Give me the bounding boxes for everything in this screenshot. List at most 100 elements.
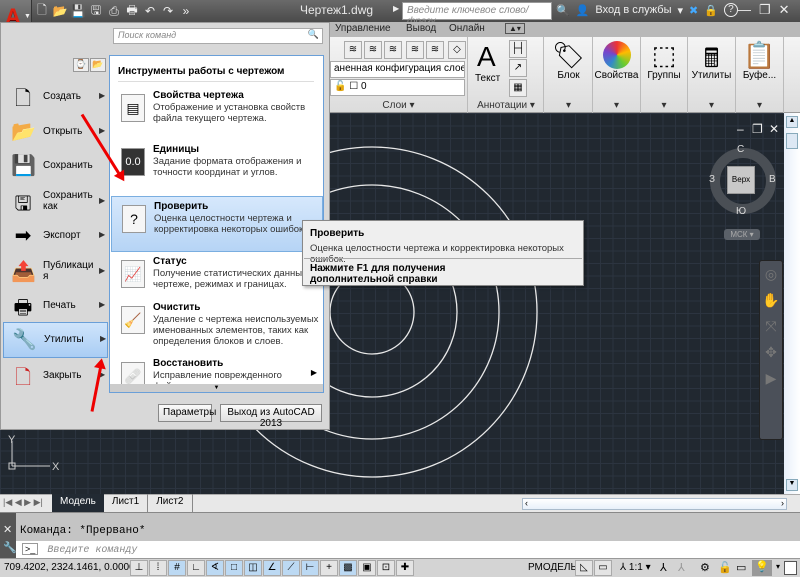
scroll-right-icon[interactable]: › [781,498,784,508]
layer-tool-icon[interactable]: ≋ [344,41,362,59]
auto-scale-icon[interactable]: ⅄ [678,561,685,574]
lock-toolbar-icon[interactable]: 🔓 [718,561,732,574]
viewport-restore-icon[interactable]: ❐ [752,122,763,136]
tab-output[interactable]: Вывод [406,23,436,34]
restore-icon[interactable]: ❐ [759,2,771,18]
minimize-ribbon-icon[interactable]: ▲▾ [505,23,525,34]
model-space-button[interactable]: РМОДЕЛЬ [528,562,577,573]
showmotion-icon[interactable]: ▶ [760,365,782,391]
transparency-icon[interactable]: ▩ [339,560,357,576]
command-prompt-icon[interactable]: >_ [22,543,39,555]
plot-icon[interactable]: ⎙ [106,4,122,19]
workspace-gear-icon[interactable]: ⚙ [700,561,710,574]
new-icon[interactable]: 🗋 [34,1,50,22]
viewcube-east[interactable]: В [769,174,776,185]
recent-documents-icon[interactable]: ⌚ [73,58,89,72]
close-command-line-icon[interactable]: ✕ [3,523,12,536]
properties-panel[interactable]: Свойства ▾ [593,37,641,113]
binoculars-icon[interactable]: 🔍 [556,4,570,17]
more-icon[interactable]: » [178,4,194,18]
osnap-icon[interactable]: □ [225,560,243,576]
annotation-panel-label[interactable]: Аннотации ▾ [469,100,543,111]
menu-item-publish[interactable]: 📤 Публикация ▶ [3,255,108,291]
open-documents-icon[interactable]: 📂 [90,58,106,72]
scroll-up-icon[interactable]: ▲ [786,116,798,128]
layer-tool-icon[interactable]: ≋ [384,41,402,59]
layer-dropdown[interactable]: 🔓 ☐ 0 [330,79,465,96]
orbit-icon[interactable]: ✥ [760,339,782,365]
polar-icon[interactable]: ∢ [206,560,224,576]
menu-item-export[interactable]: ➡ Экспорт ▶ [3,219,108,255]
menu-item-new[interactable]: 🗋 Создать ▶ [3,80,108,116]
expand-arrow-icon[interactable]: ▶ [393,4,399,13]
tab-model[interactable]: Модель [52,494,104,512]
viewcube-top-face[interactable]: Верх [727,166,755,194]
save-as-icon[interactable]: 🖫 [88,1,104,22]
sc-icon[interactable]: ⊡ [377,560,395,576]
text-button[interactable]: Текст [475,73,500,84]
menu-item-utilities[interactable]: 🔧 Утилиты ▶ [3,322,108,358]
viewport-close-icon[interactable]: ✕ [769,122,779,136]
coordinates-readout[interactable]: 709.4202, 2324.1461, 0.0000 [4,562,135,573]
viewcube-west[interactable]: З [709,174,715,185]
exit-autocad-button[interactable]: Выход из AutoCAD 2013 [220,404,322,429]
print-icon[interactable]: 🖶 [124,1,140,22]
viewcube-south[interactable]: Ю [736,206,746,217]
submenu-item-units[interactable]: 0.0 Единицы Задание формата отображения и … [111,140,323,196]
tab-manage[interactable]: Управление [335,23,391,34]
undo-icon[interactable]: ↶ [142,4,158,18]
scroll-left-icon[interactable]: ‹ [525,498,528,508]
exchange-icon[interactable]: ✖ [689,4,698,17]
menu-item-save-as[interactable]: 🖫 Сохранить как ▶ [3,185,108,221]
layer-state-dropdown[interactable]: аненная конфигурация слоев ▾ [330,61,465,78]
layer-tool-icon[interactable]: ≋ [426,41,444,59]
menu-item-close[interactable]: 🗋 Закрыть ▶ [3,359,108,395]
leader-icon[interactable]: ↗ [509,59,527,77]
menu-item-save[interactable]: 💾 Сохранить [3,149,108,185]
status-menu-icon[interactable]: ▾ [776,562,780,571]
scroll-down-icon[interactable]: ▼ [110,384,323,392]
steering-wheel-icon[interactable]: ◎ [760,261,782,287]
submenu-item-drawing-properties[interactable]: ▤ Свойства чертежа Отображение и установка… [111,86,323,142]
dyn-icon[interactable]: ⊢ [301,560,319,576]
customize-icon[interactable]: 🔧 [3,541,17,554]
dimension-icon[interactable]: ├┤ [509,40,527,58]
clean-screen-icon[interactable] [784,561,797,575]
groups-panel[interactable]: ⬚ Группы ▾ [641,37,688,113]
chevron-down-icon[interactable]: ▾ [677,4,683,17]
tab-layout1[interactable]: Лист1 [104,494,149,512]
zoom-icon[interactable]: ⤧ [760,313,782,339]
save-icon[interactable]: 💾 [70,4,86,18]
close-icon[interactable]: ✕ [779,2,790,18]
quick-view-drawings-icon[interactable]: ▭ [594,560,612,576]
viewport-minimize-icon[interactable]: – [737,122,744,136]
layer-tool-icon[interactable]: ◇ [448,41,466,59]
infer-constraints-icon[interactable]: ⊥ [130,560,148,576]
text-icon[interactable]: A [477,41,496,73]
tab-navigation-icon[interactable]: |◀ ◀ ▶ ▶| [0,494,52,512]
signin-button[interactable]: Вход в службы [595,4,671,16]
submenu-item-audit[interactable]: ? Проверить Оценка целостности чертежа и к… [111,196,323,252]
tab-layout2[interactable]: Лист2 [148,494,193,512]
snap-icon[interactable]: ⁞ [149,560,167,576]
ducs-icon[interactable]: ⟋ [282,560,300,576]
open-icon[interactable]: 📂 [52,4,68,18]
am-icon[interactable]: ✚ [396,560,414,576]
pan-icon[interactable]: ✋ [760,287,782,313]
qp-icon[interactable]: ▣ [358,560,376,576]
scroll-down-icon[interactable]: ▼ [786,479,798,491]
options-button[interactable]: Параметры [158,404,216,422]
viewcube-north[interactable]: С [737,144,744,155]
3d-osnap-icon[interactable]: ◫ [244,560,262,576]
quick-view-layouts-icon[interactable]: ◺ [575,560,593,576]
layer-tool-icon[interactable]: ≋ [406,41,424,59]
grid-icon[interactable]: # [168,560,186,576]
redo-icon[interactable]: ↷ [160,4,176,18]
submenu-item-purge[interactable]: 🧹 Очистить Удаление с чертежа неиспользуем… [111,298,323,360]
lineweight-icon[interactable]: + [320,560,338,576]
clipboard-panel[interactable]: 📋 Буфе... ▾ [736,37,784,113]
isolate-objects-icon[interactable]: 💡 [752,560,772,576]
layers-panel-label[interactable]: Слои ▾ [330,100,467,111]
block-panel[interactable]: 🏷 Блок ▾ [545,37,593,113]
table-icon[interactable]: ▦ [509,79,527,97]
